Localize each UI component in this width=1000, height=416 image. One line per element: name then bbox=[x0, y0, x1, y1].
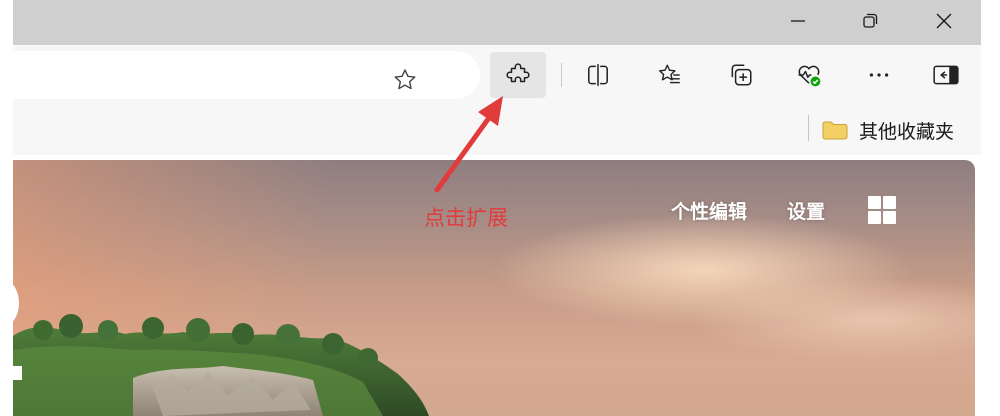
new-tab-top-nav: 个性编辑 设置 bbox=[671, 196, 897, 224]
address-bar[interactable] bbox=[13, 51, 480, 99]
annotation-label: 点击扩展 bbox=[424, 206, 508, 230]
toolbar-divider bbox=[561, 63, 562, 87]
browser-essentials-icon bbox=[798, 65, 821, 87]
favorites-divider bbox=[808, 115, 809, 141]
minimize-button[interactable] bbox=[767, 0, 829, 42]
sidebar-button[interactable] bbox=[918, 52, 974, 98]
minimize-icon bbox=[791, 20, 805, 22]
folder-icon bbox=[822, 121, 848, 140]
toolbar bbox=[13, 45, 981, 107]
restore-icon bbox=[863, 13, 878, 28]
sidebar-icon bbox=[933, 65, 959, 85]
collections-icon bbox=[731, 64, 752, 86]
new-tab-page: 个性编辑 设置 bbox=[13, 160, 975, 416]
close-icon bbox=[936, 13, 952, 29]
close-button[interactable] bbox=[913, 0, 975, 42]
personalize-link[interactable]: 个性编辑 bbox=[671, 197, 747, 224]
collections-button[interactable] bbox=[713, 52, 769, 98]
favorites-button[interactable] bbox=[642, 52, 698, 98]
apps-grid-icon[interactable] bbox=[868, 196, 897, 224]
more-icon bbox=[869, 73, 889, 77]
other-favorites-label: 其他收藏夹 bbox=[859, 120, 955, 143]
restore-button[interactable] bbox=[839, 0, 901, 42]
favorites-bar: 其他收藏夹 bbox=[13, 107, 981, 155]
favorites-icon bbox=[659, 64, 680, 84]
add-favorite-button[interactable] bbox=[385, 60, 425, 100]
more-button[interactable] bbox=[851, 52, 907, 98]
settings-link[interactable]: 设置 bbox=[787, 197, 825, 224]
title-bar bbox=[13, 0, 981, 45]
widget-edge bbox=[13, 366, 22, 380]
browser-window: 其他收藏夹 个性编辑 设置 点击扩展 bbox=[13, 0, 981, 416]
split-screen-button[interactable] bbox=[570, 52, 626, 98]
extensions-button[interactable] bbox=[490, 52, 546, 98]
split-screen-icon bbox=[588, 64, 608, 86]
browser-essentials-button[interactable] bbox=[781, 52, 837, 98]
other-favorites-folder[interactable]: 其他收藏夹 bbox=[821, 115, 954, 145]
extensions-icon bbox=[506, 63, 530, 83]
star-icon bbox=[394, 69, 416, 90]
